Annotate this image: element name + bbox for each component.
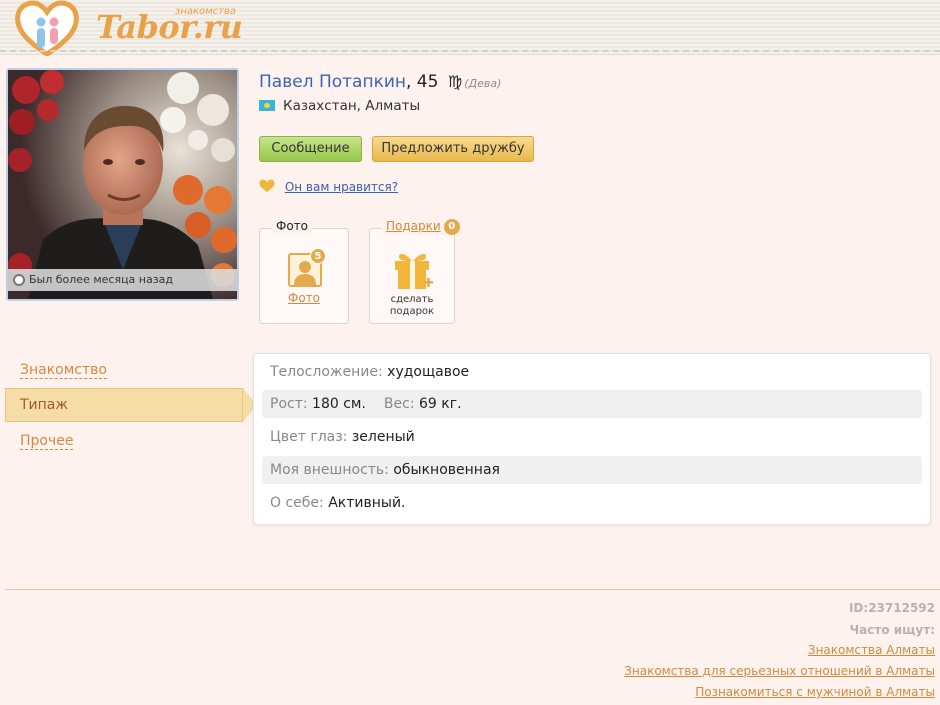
profile-name: Павел Потапкин	[259, 72, 406, 92]
logo-subtitle: знакомства	[175, 6, 237, 17]
kazakhstan-flag-icon	[259, 100, 275, 111]
profile-details-panel: Телосложение: худощавое Рост: 180 см. Вес…	[253, 353, 931, 525]
photos-box-title: Фото	[272, 219, 313, 233]
last-seen-status: Был более месяца назад	[8, 269, 237, 291]
gifts-box[interactable]: Подарки 0 сделать подарок	[369, 219, 464, 324]
profile-age: , 45	[406, 72, 439, 92]
footer-divider	[5, 589, 940, 590]
about-value: Активный.	[328, 495, 406, 511]
like-prompt: Он вам нравится?	[259, 179, 398, 194]
site-header: Tabor.ru знакомства	[0, 0, 940, 56]
menu-item-dating[interactable]: Знакомство	[20, 362, 107, 379]
profile-photo-image	[8, 70, 237, 299]
make-gift-caption[interactable]: сделать подарок	[370, 294, 454, 318]
about-label: О себе:	[270, 495, 324, 511]
weight-label: Вес:	[383, 396, 415, 412]
header-stitch-divider	[0, 50, 940, 52]
zodiac-name: (Дева)	[464, 77, 502, 90]
detail-row-height-weight: Рост: 180 см. Вес: 69 кг.	[262, 390, 922, 418]
build-label: Телосложение:	[270, 364, 383, 380]
location-text: Казахстан, Алматы	[283, 98, 421, 114]
gifts-link[interactable]: Подарки	[386, 219, 441, 233]
like-link[interactable]: Он вам нравится?	[285, 180, 398, 194]
profile-photo[interactable]: Был более месяца назад	[6, 68, 239, 301]
heart-icon	[259, 179, 275, 192]
menu-item-type[interactable]: Типаж	[20, 397, 68, 413]
often-searched-label: Часто ищут:	[849, 623, 935, 637]
detail-row-appearance: Моя внешность: обыкновенная	[262, 456, 922, 484]
logo-heart-icon[interactable]	[12, 0, 82, 56]
last-seen-text: Был более месяца назад	[29, 273, 173, 286]
footer-link-meet-man[interactable]: Познакомиться с мужчиной в Алматы	[695, 685, 935, 699]
photos-box[interactable]: Фото 5 Фото	[259, 219, 349, 324]
footer-link-almaty-dating[interactable]: Знакомства Алматы	[808, 643, 935, 657]
zodiac-icon: ♍	[447, 72, 463, 91]
profile-name-line: Павел Потапкин, 45 ♍ (Дева)	[259, 72, 501, 92]
offer-friendship-button[interactable]: Предложить дружбу	[372, 136, 534, 162]
send-message-button[interactable]: Сообщение	[259, 136, 362, 162]
eyes-value: зеленый	[351, 429, 415, 445]
appearance-value: обыкновенная	[393, 462, 500, 478]
weight-value: 69 кг.	[419, 396, 462, 412]
gift-icon[interactable]	[392, 247, 434, 291]
menu-item-other[interactable]: Прочее	[20, 433, 74, 450]
height-label: Рост:	[270, 396, 308, 412]
footer-link-serious-relationships[interactable]: Знакомства для серьезных отношений в Алм…	[624, 664, 935, 678]
eyes-label: Цвет глаз:	[270, 429, 348, 445]
build-value: худощавое	[387, 364, 470, 380]
make-gift-line-2: подарок	[389, 306, 435, 317]
gifts-box-title: Подарки 0	[382, 219, 464, 235]
make-gift-line-1: сделать	[390, 294, 434, 305]
photo-count-badge: 5	[310, 248, 326, 264]
photos-link[interactable]: Фото	[260, 291, 348, 305]
gift-count-badge: 0	[443, 219, 460, 235]
height-value: 180 см.	[312, 396, 366, 412]
appearance-label: Моя внешность:	[270, 462, 389, 478]
detail-row-about: О себе: Активный.	[262, 489, 922, 517]
detail-row-eyes: Цвет глаз: зеленый	[262, 423, 922, 451]
profile-location: Казахстан, Алматы	[259, 98, 420, 114]
offline-status-icon	[13, 274, 25, 286]
profile-id: ID:23712592	[848, 601, 935, 615]
detail-row-build: Телосложение: худощавое	[262, 358, 922, 386]
